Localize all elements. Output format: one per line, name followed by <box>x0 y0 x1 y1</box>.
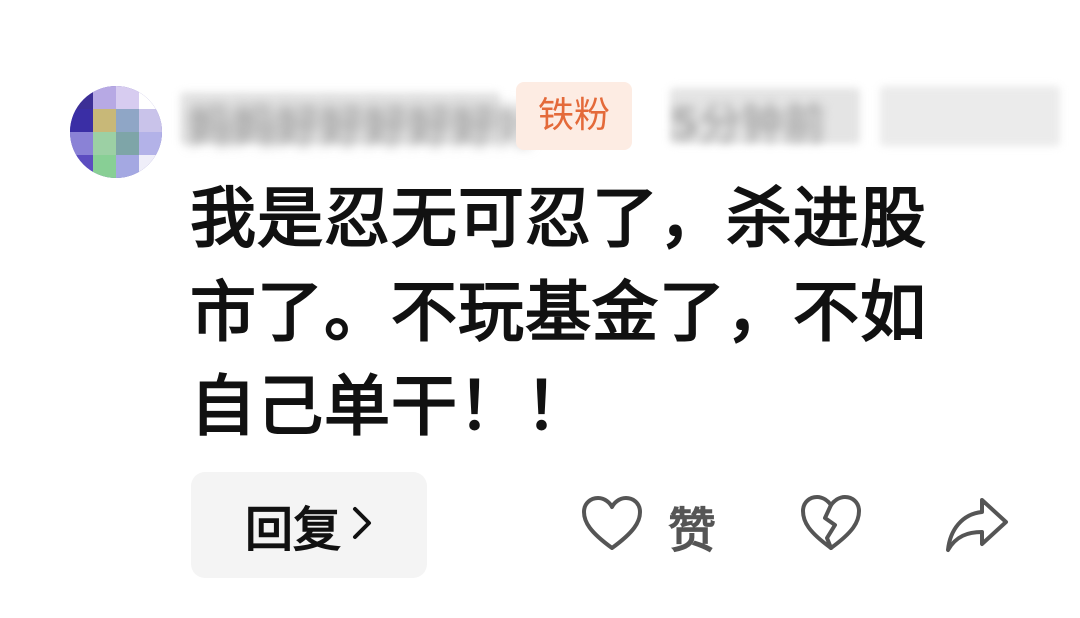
author-name[interactable]: 妈妈好好好好好好 <box>188 90 540 154</box>
fan-badge: 铁粉 <box>516 82 633 150</box>
reply-label: 回复 <box>244 502 341 558</box>
share-button[interactable] <box>942 492 1012 558</box>
comment-card: 妈妈好好好好好好 铁粉 5分钟前 我是忍无可忍了，杀进股 市了。不玩基金了，不如… <box>0 0 1080 618</box>
broken-heart-icon <box>798 495 864 558</box>
comment-text: 我是忍无可忍了，杀进股 市了。不玩基金了，不如 自己单干！！ <box>190 180 927 445</box>
share-arrow-icon <box>942 498 1012 560</box>
reply-button[interactable]: 回复 <box>191 472 427 578</box>
comment-header: 妈妈好好好好好好 铁粉 5分钟前 <box>180 78 1060 154</box>
like-label: 赞 <box>668 503 717 559</box>
avatar[interactable] <box>70 86 162 178</box>
dislike-button[interactable] <box>798 492 864 558</box>
like-button[interactable]: 赞 <box>580 490 716 562</box>
timestamp: 5分钟前 <box>670 99 826 148</box>
chevron-right-icon <box>351 497 373 553</box>
heart-outline-icon <box>580 494 644 558</box>
